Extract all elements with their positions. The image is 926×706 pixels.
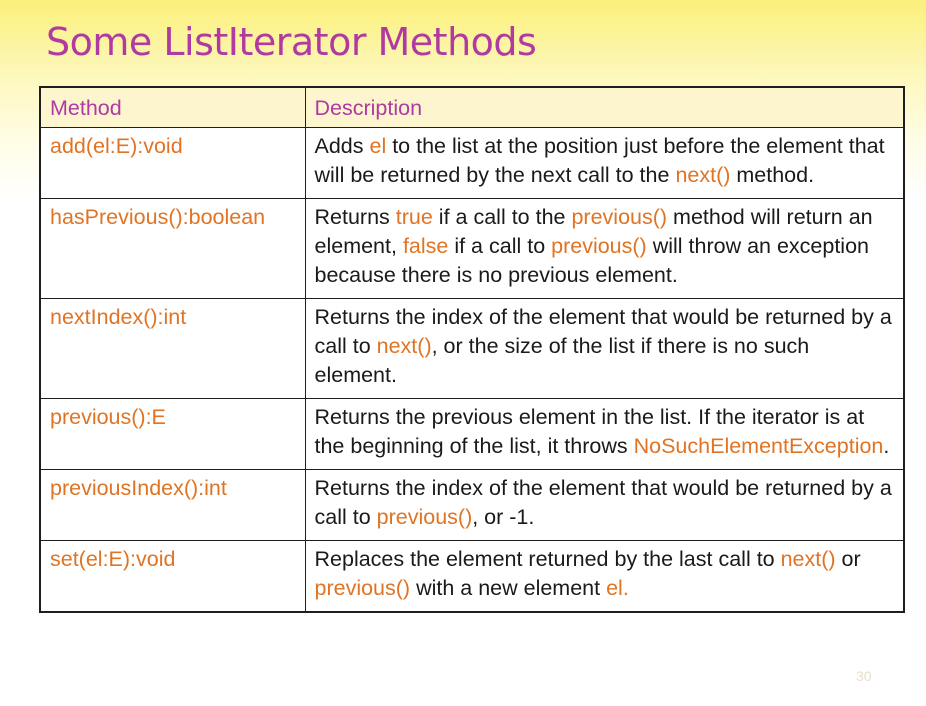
description-text: with a new element (410, 576, 607, 600)
code-term: NoSuchElementException (633, 434, 884, 458)
description-text: if a call to (448, 234, 552, 258)
method-cell: previousIndex():int (39, 469, 306, 541)
table-row: add(el:E):void Adds el to the list at th… (39, 127, 905, 199)
description-cell: Adds el to the list at the position just… (304, 127, 905, 199)
table-row: set(el:E):void Replaces the element retu… (39, 540, 905, 613)
method-cell: previous():E (39, 398, 306, 470)
code-term: el. (606, 576, 629, 600)
table-row: nextIndex():int Returns the index of the… (39, 298, 905, 399)
code-term: next() (780, 547, 836, 571)
header-method: Method (39, 86, 306, 128)
code-term: previous() (571, 205, 668, 229)
method-cell: set(el:E):void (39, 540, 306, 613)
description-cell: Returns the index of the element that wo… (304, 469, 905, 541)
code-term: false (402, 234, 449, 258)
description-text: or (835, 547, 861, 571)
method-cell: hasPrevious():boolean (39, 198, 306, 299)
method-cell: nextIndex():int (39, 298, 306, 399)
table-row: previous():E Returns the previous elemen… (39, 398, 905, 470)
description-text: if a call to the (432, 205, 572, 229)
description-text: , or -1. (472, 505, 535, 529)
slide-title: Some ListIterator Methods (46, 20, 537, 64)
code-term: true (395, 205, 433, 229)
code-term: previous() (551, 234, 647, 258)
page-number: 30 (856, 668, 872, 684)
description-cell: Returns the previous element in the list… (304, 398, 905, 470)
header-description: Description (304, 86, 905, 128)
description-cell: Replaces the element returned by the las… (304, 540, 905, 613)
description-text: Returns (314, 205, 396, 229)
code-term: next() (376, 334, 432, 358)
table-row: hasPrevious():boolean Returns true if a … (39, 198, 905, 299)
code-term: previous() (314, 576, 411, 600)
description-cell: Returns true if a call to the previous()… (304, 198, 905, 299)
description-text: . (883, 434, 890, 458)
description-cell: Returns the index of the element that wo… (304, 298, 905, 399)
table-row: previousIndex():int Returns the index of… (39, 469, 905, 541)
table-header-row: Method Description (39, 86, 905, 128)
method-cell: add(el:E):void (39, 127, 306, 199)
code-term: el (369, 134, 387, 158)
code-term: previous() (376, 505, 473, 529)
description-text: Adds (314, 134, 370, 158)
description-text: Replaces the element returned by the las… (314, 547, 781, 571)
description-text: method. (730, 163, 815, 187)
code-term: next() (675, 163, 731, 187)
methods-table: Method Description add(el:E):void Adds e… (39, 86, 905, 613)
